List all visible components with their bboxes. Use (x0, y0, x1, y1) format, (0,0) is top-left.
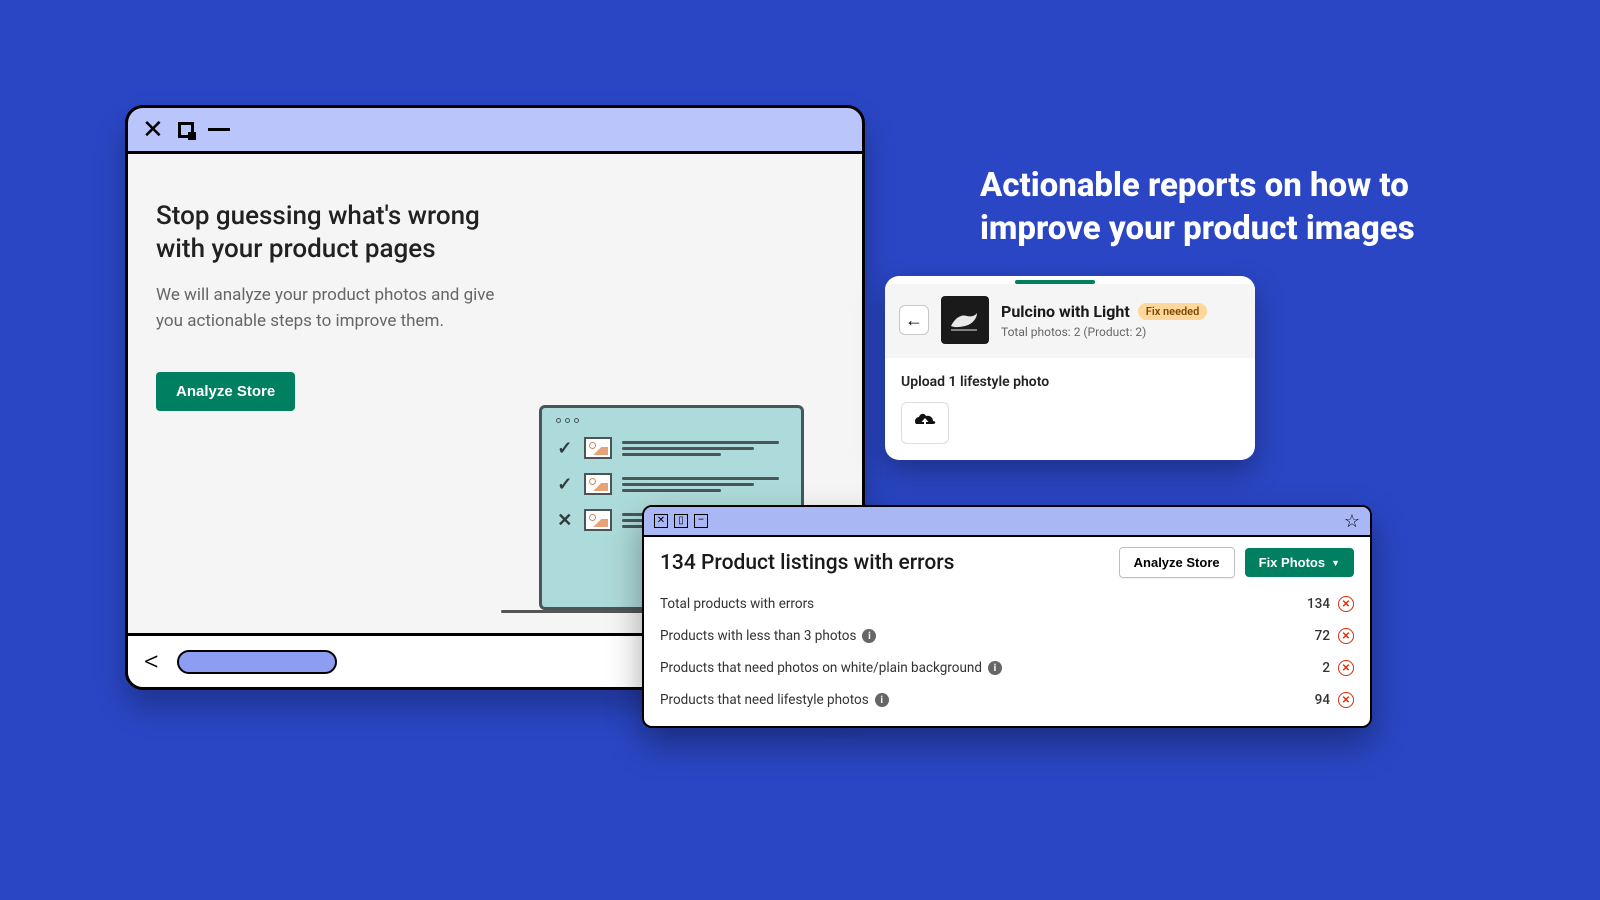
image-icon (584, 509, 612, 531)
text-lines-icon (622, 438, 787, 459)
report-row: Total products with errors 134 ✕ (660, 588, 1354, 620)
minimize-box-icon[interactable]: – (694, 514, 708, 528)
product-thumbnail (941, 296, 989, 344)
fix-photos-button[interactable]: Fix Photos ▼ (1245, 548, 1354, 577)
report-list: Total products with errors 134 ✕ Product… (644, 588, 1370, 726)
minimize-icon[interactable] (208, 128, 230, 131)
main-heading: Stop guessing what's wrong with your pro… (156, 200, 497, 265)
report-row-label: Products with less than 3 photos (660, 628, 856, 644)
check-icon: ✓ (556, 474, 574, 495)
report-window: ✕ ▯ – ☆ 134 Product listings with errors… (642, 505, 1372, 728)
window-box-icon[interactable]: ▯ (674, 514, 688, 528)
report-row: Products that need lifestyle photosi 94 … (660, 684, 1354, 716)
info-icon[interactable]: i (988, 661, 1002, 675)
error-icon: ✕ (1338, 628, 1354, 644)
back-button[interactable]: ← (899, 305, 929, 335)
star-icon[interactable]: ☆ (1344, 511, 1360, 532)
info-icon[interactable]: i (875, 693, 889, 707)
fix-photos-label: Fix Photos (1259, 555, 1325, 570)
report-row-value: 2 (1322, 660, 1330, 676)
checklist-row: ✓ (556, 473, 787, 495)
product-title-block: Pulcino with Light Fix needed Total phot… (1001, 302, 1241, 339)
page-headline: Actionable reports on how to improve you… (980, 165, 1500, 251)
product-detail-card: ← Pulcino with Light Fix needed Total ph… (885, 276, 1255, 460)
fix-needed-badge: Fix needed (1138, 303, 1208, 320)
window-dots-icon (556, 418, 787, 423)
analyze-store-button[interactable]: Analyze Store (156, 372, 295, 411)
report-row: Products that need photos on white/plain… (660, 652, 1354, 684)
url-bar[interactable] (177, 650, 337, 674)
product-card-header: ← Pulcino with Light Fix needed Total ph… (885, 284, 1255, 358)
error-icon: ✕ (1338, 660, 1354, 676)
image-icon (584, 473, 612, 495)
report-row-label: Total products with errors (660, 596, 814, 612)
product-photo-count: Total photos: 2 (Product: 2) (1001, 325, 1241, 339)
error-icon: ✕ (1338, 692, 1354, 708)
report-row-value: 134 (1307, 596, 1330, 612)
analyze-store-button-secondary[interactable]: Analyze Store (1119, 547, 1235, 578)
image-icon (584, 437, 612, 459)
chevron-down-icon: ▼ (1331, 558, 1340, 568)
maximize-icon[interactable] (178, 122, 194, 138)
report-row: Products with less than 3 photos i 72 ✕ (660, 620, 1354, 652)
product-title: Pulcino with Light (1001, 302, 1130, 321)
cloud-upload-icon (911, 412, 939, 434)
product-card-body: Upload 1 lifestyle photo (885, 358, 1255, 460)
report-row-label: Products that need photos on white/plain… (660, 660, 982, 676)
bird-icon (947, 306, 983, 334)
cross-icon: ✕ (556, 510, 574, 531)
checklist-row: ✓ (556, 437, 787, 459)
report-header: 134 Product listings with errors Analyze… (644, 537, 1370, 588)
report-row-value: 72 (1315, 628, 1330, 644)
error-icon: ✕ (1338, 596, 1354, 612)
main-copy: Stop guessing what's wrong with your pro… (156, 200, 509, 613)
report-row-value: 94 (1315, 692, 1330, 708)
text-lines-icon (622, 474, 787, 495)
upload-button[interactable] (901, 402, 949, 444)
report-titlebar: ✕ ▯ – ☆ (644, 507, 1370, 537)
report-row-label: Products that need lifestyle photos (660, 692, 869, 708)
back-icon[interactable]: < (144, 644, 159, 679)
check-icon: ✓ (556, 438, 574, 459)
close-icon[interactable]: ✕ (142, 117, 164, 143)
main-subheading: We will analyze your product photos and … (156, 283, 497, 334)
upload-instruction: Upload 1 lifestyle photo (901, 374, 1239, 390)
main-titlebar: ✕ (128, 108, 862, 154)
report-title: 134 Product listings with errors (660, 551, 1109, 575)
close-box-icon[interactable]: ✕ (654, 514, 668, 528)
info-icon[interactable]: i (862, 629, 876, 643)
